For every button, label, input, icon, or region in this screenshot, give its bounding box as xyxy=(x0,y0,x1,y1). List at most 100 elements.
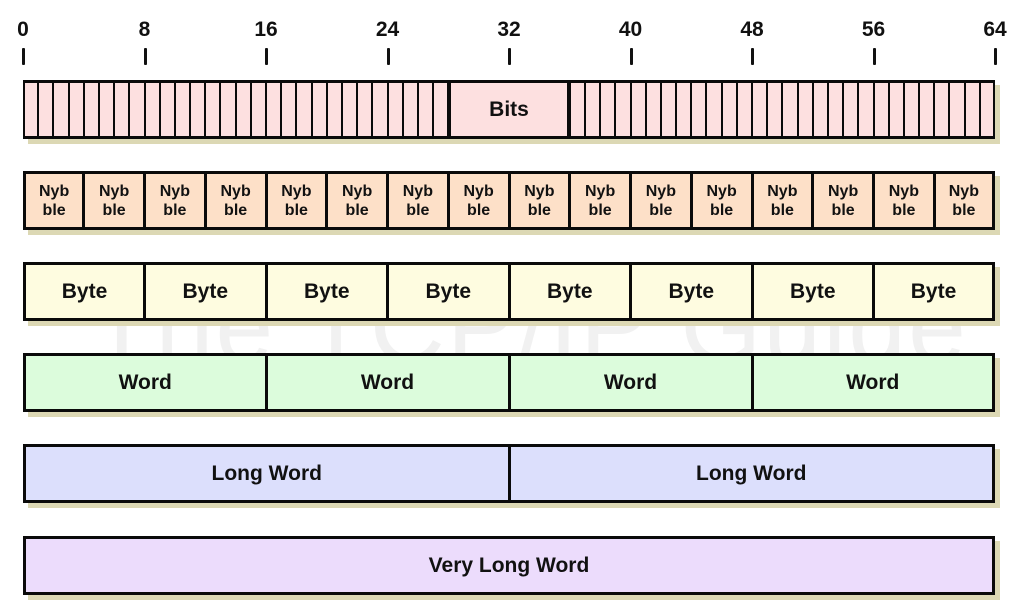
nybble-cell: Nyb ble xyxy=(811,171,875,230)
nybble-label-line2: ble xyxy=(588,201,612,219)
tick-label: 40 xyxy=(618,18,643,41)
tick-label: 24 xyxy=(375,18,400,41)
nybble-label-line2: ble xyxy=(770,201,794,219)
nybble-label-line2: ble xyxy=(831,201,855,219)
nybble-label-line2: ble xyxy=(649,201,673,219)
nybble-label: Nyb ble xyxy=(403,182,433,220)
tick-label: 8 xyxy=(138,18,151,41)
nybble-label-line2: ble xyxy=(710,201,734,219)
nybble-cell: Nyb ble xyxy=(507,171,572,230)
nybble-label: Nyb ble xyxy=(949,182,979,220)
tick-mark xyxy=(508,48,511,65)
nybble-label: Nyb ble xyxy=(160,182,190,220)
nybble-label-line1: Nyb xyxy=(888,182,919,200)
nybble-label-line1: Nyb xyxy=(281,182,312,200)
bits-label: Bits xyxy=(447,80,571,139)
tick-mark xyxy=(629,48,633,65)
byte-label: Byte xyxy=(546,279,593,303)
nybble-label-line1: Nyb xyxy=(645,182,676,200)
nybble-label-line1: Nyb xyxy=(159,182,190,200)
nybble-cell: Nyb ble xyxy=(264,171,329,230)
nybble-label: Nyb ble xyxy=(39,182,69,220)
row-very-long-word: Very Long Word xyxy=(23,536,995,595)
byte-cell: Byte xyxy=(23,262,146,321)
nybble-label-line2: ble xyxy=(345,201,369,219)
nybble-label: Nyb ble xyxy=(707,182,737,220)
row-long-word: Long Word Long Word xyxy=(23,444,995,503)
nybble-cell: Nyb ble xyxy=(568,171,632,230)
nybble-label-line2: ble xyxy=(42,201,66,219)
tick-label: 48 xyxy=(740,18,764,41)
tick-label: 56 xyxy=(861,18,886,41)
long-word-label: Long Word xyxy=(211,461,322,485)
word-cell: Word xyxy=(507,353,754,412)
nybble-label: Nyb ble xyxy=(221,182,251,220)
nybble-label: Nyb ble xyxy=(342,182,372,220)
nybble-cell: Nyb ble xyxy=(82,171,146,230)
nybble-label-line1: Nyb xyxy=(524,182,555,200)
nybble-label: Nyb ble xyxy=(281,182,311,220)
word-label: Word xyxy=(360,370,415,394)
byte-label: Byte xyxy=(425,279,472,303)
byte-label: Byte xyxy=(668,279,715,303)
byte-cell: Byte xyxy=(264,262,389,321)
word-label: Word xyxy=(846,370,900,394)
tick-label: 16 xyxy=(254,18,278,41)
nybble-cell: Nyb ble xyxy=(932,171,995,230)
nybble-label-line1: Nyb xyxy=(99,182,130,200)
nybble-label: Nyb ble xyxy=(646,182,676,220)
bit-cell xyxy=(978,80,995,139)
byte-cell: Byte xyxy=(507,262,632,321)
nybble-label-line2: ble xyxy=(467,201,491,219)
row-bits: Bits xyxy=(23,80,995,139)
tick-mark xyxy=(751,48,754,65)
nybble-label: Nyb ble xyxy=(524,182,554,220)
tick-mark xyxy=(265,48,268,65)
nybble-label-line2: ble xyxy=(224,201,248,219)
byte-label: Byte xyxy=(61,279,108,303)
row-nybble: Nyb ble Nyb ble Nyb ble Nyb ble Nyb ble Nyb ble Nyb b… xyxy=(23,171,995,230)
tick-mark xyxy=(994,48,997,65)
nybble-label-line1: Nyb xyxy=(828,182,859,200)
nybble-label: Nyb ble xyxy=(889,182,919,220)
byte-label: Byte xyxy=(789,279,836,303)
very-long-word-cell: Very Long Word xyxy=(23,536,995,595)
byte-cell: Byte xyxy=(629,262,754,321)
tick-label: 64 xyxy=(983,18,1007,41)
nybble-cell: Nyb ble xyxy=(872,171,936,230)
tick-mark xyxy=(872,48,876,65)
long-word-label: Long Word xyxy=(696,461,807,485)
word-label: Word xyxy=(603,370,658,394)
nybble-cell: Nyb ble xyxy=(689,171,754,230)
word-label: Word xyxy=(118,370,172,394)
nybble-label-line1: Nyb xyxy=(585,182,616,200)
nybble-label-line1: Nyb xyxy=(948,182,979,200)
row-word: Word Word Word Word xyxy=(23,353,995,412)
byte-cell: Byte xyxy=(386,262,511,321)
nybble-label: Nyb ble xyxy=(828,182,858,220)
nybble-label-line2: ble xyxy=(163,201,187,219)
nybble-label-line2: ble xyxy=(527,201,551,219)
nybble-cell: Nyb ble xyxy=(750,171,815,230)
nybble-label-line1: Nyb xyxy=(39,182,70,200)
nybble-cell: Nyb ble xyxy=(23,171,86,230)
nybble-label-line1: Nyb xyxy=(220,182,251,200)
tick-label: 0 xyxy=(17,18,29,41)
word-cell: Word xyxy=(750,353,995,412)
nybble-label-line1: Nyb xyxy=(463,182,494,200)
nybble-label-line1: Nyb xyxy=(767,182,798,200)
byte-label: Byte xyxy=(182,279,229,303)
byte-label: Byte xyxy=(303,279,350,303)
nybble-label-line2: ble xyxy=(284,201,308,219)
nybble-cell: Nyb ble xyxy=(325,171,389,230)
nybble-label-line1: Nyb xyxy=(342,182,373,200)
byte-cell: Byte xyxy=(872,262,995,321)
tick-mark xyxy=(143,48,147,65)
nybble-label: Nyb ble xyxy=(99,182,129,220)
nybble-label-line2: ble xyxy=(102,201,126,219)
nybble-label-line1: Nyb xyxy=(402,182,433,200)
nybble-cell: Nyb ble xyxy=(143,171,207,230)
tick-mark xyxy=(22,48,25,65)
nybble-label-line2: ble xyxy=(952,201,976,219)
data-size-diagram: The TCP/IP Guide 0 8 16 24 32 40 48 56 64 Bits Ny… xyxy=(0,0,1024,612)
